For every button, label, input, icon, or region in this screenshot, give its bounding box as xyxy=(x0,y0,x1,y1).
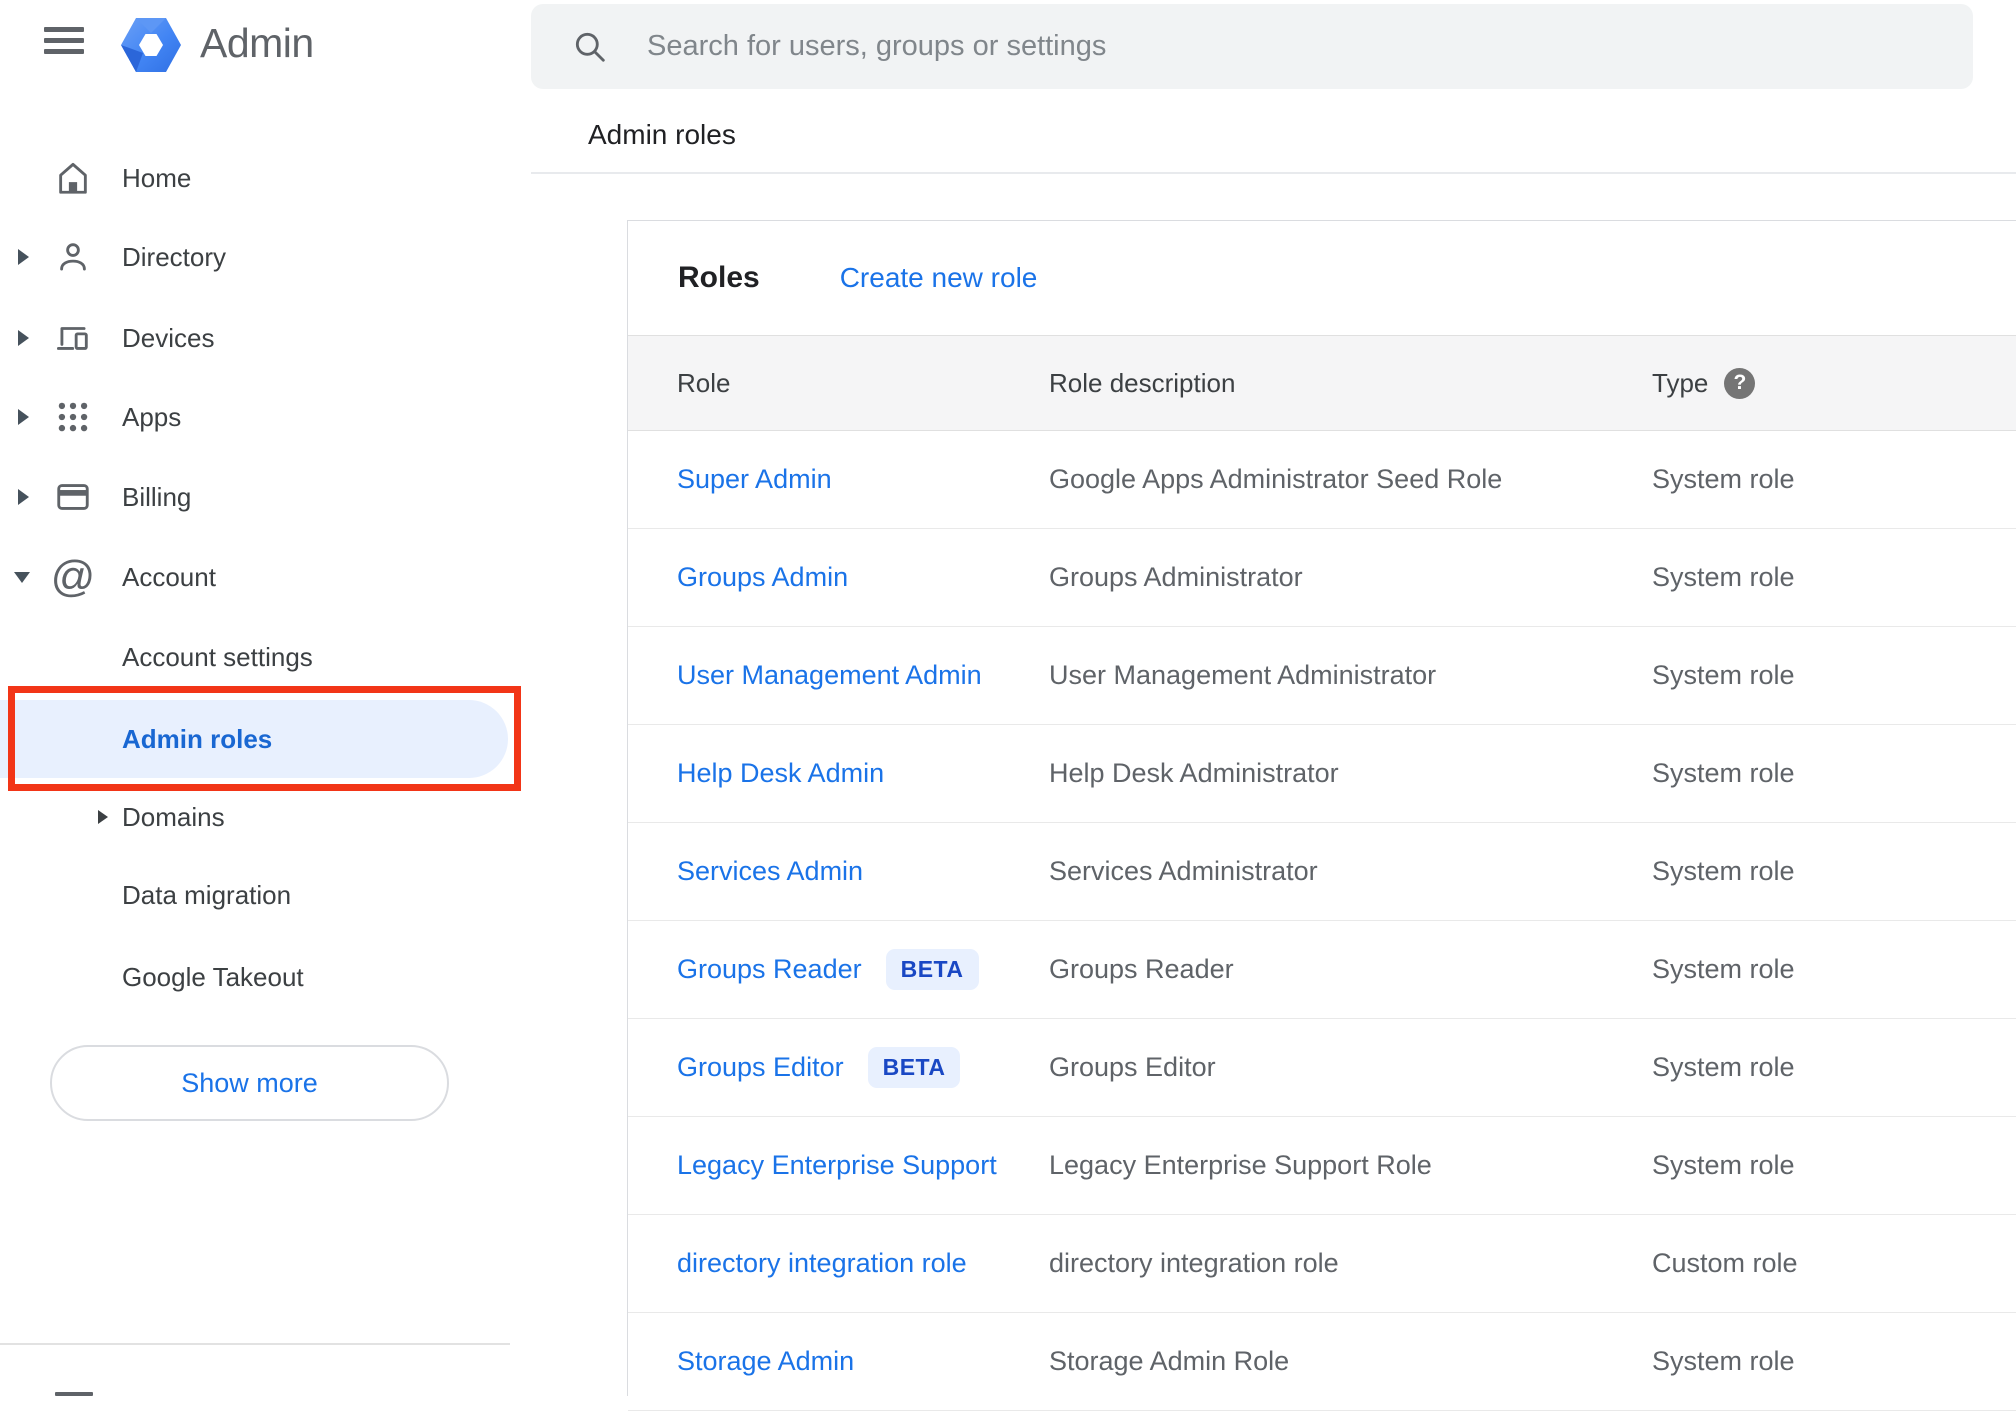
sidebar-item-devices[interactable]: Devices xyxy=(0,298,515,378)
sidebar-item-directory[interactable]: Directory xyxy=(0,217,515,297)
role-type: System role xyxy=(1652,758,1795,788)
role-link[interactable]: Help Desk Admin xyxy=(677,758,884,789)
sidebar-item-admin-roles-selected[interactable]: Admin roles xyxy=(0,700,508,778)
chevron-right-icon xyxy=(98,810,108,824)
table-row: Groups Reader BETA Groups Reader System … xyxy=(628,921,2016,1019)
role-link[interactable]: directory integration role xyxy=(677,1248,967,1279)
roles-panel: Roles Create new role Role Role descript… xyxy=(627,220,2016,1411)
sidebar-item-label: Devices xyxy=(122,322,215,353)
app-title: Admin xyxy=(200,20,314,66)
table-row: Super Admin Google Apps Administrator Se… xyxy=(628,431,2016,529)
role-description: Storage Admin Role xyxy=(1049,1346,1290,1376)
role-link[interactable]: Storage Admin xyxy=(677,1346,854,1377)
header-divider xyxy=(531,172,2016,174)
role-description: Groups Reader xyxy=(1049,954,1234,984)
at-sign-icon: @ xyxy=(50,552,96,601)
table-row: Services Admin Services Administrator Sy… xyxy=(628,823,2016,921)
table-row: Groups Admin Groups Administrator System… xyxy=(628,529,2016,627)
role-type: System role xyxy=(1652,464,1795,494)
sidebar-item-billing[interactable]: Billing xyxy=(0,457,515,537)
role-link[interactable]: User Management Admin xyxy=(677,660,982,691)
credit-card-icon xyxy=(54,478,92,516)
column-header-type-label: Type xyxy=(1652,367,1709,398)
sidebar-item-label: Billing xyxy=(122,481,192,512)
role-link[interactable]: Services Admin xyxy=(677,856,863,887)
beta-badge: BETA xyxy=(867,1047,961,1088)
sidebar-item-label: Google Takeout xyxy=(122,961,304,992)
menu-hamburger-icon[interactable] xyxy=(44,27,84,55)
sidebar-item-label: Admin roles xyxy=(122,723,273,754)
create-new-role-link[interactable]: Create new role xyxy=(840,262,1038,294)
role-link[interactable]: Legacy Enterprise Support xyxy=(677,1150,997,1181)
search-bar xyxy=(531,4,1973,89)
sidebar-item-label: Home xyxy=(122,162,192,193)
sidebar-item-label: Account settings xyxy=(122,641,313,672)
sidebar-item-label: Account xyxy=(122,561,216,592)
role-description: Legacy Enterprise Support Role xyxy=(1049,1150,1432,1180)
role-link[interactable]: Groups Admin xyxy=(677,562,848,593)
sidebar-bottom-divider xyxy=(0,1343,510,1345)
role-description: Google Apps Administrator Seed Role xyxy=(1049,464,1503,494)
role-description: User Management Administrator xyxy=(1049,660,1437,690)
table-row: Groups Editor BETA Groups Editor System … xyxy=(628,1019,2016,1117)
table-header-row: Role Role description Type ? xyxy=(628,335,2016,431)
admin-logo-icon xyxy=(121,18,181,72)
home-icon xyxy=(54,159,92,197)
role-description: directory integration role xyxy=(1049,1248,1339,1278)
chevron-right-icon xyxy=(18,489,29,505)
column-header-description: Role description xyxy=(1049,367,1236,398)
role-type: System role xyxy=(1652,660,1795,690)
person-icon xyxy=(54,238,92,276)
devices-icon xyxy=(54,319,92,357)
panel-title: Roles xyxy=(678,261,760,294)
role-type: System role xyxy=(1652,1052,1795,1082)
chevron-right-icon xyxy=(18,409,29,425)
sidebar: Admin Home Directory Devices Apps Billin… xyxy=(0,0,521,1396)
table-row: Help Desk Admin Help Desk Administrator … xyxy=(628,725,2016,823)
sidebar-item-label: Apps xyxy=(122,401,182,432)
sidebar-item-apps[interactable]: Apps xyxy=(0,377,515,457)
role-link[interactable]: Groups Reader xyxy=(677,954,862,985)
apps-grid-icon xyxy=(54,398,92,436)
table-row: User Management Admin User Management Ad… xyxy=(628,627,2016,725)
role-type: System role xyxy=(1652,954,1795,984)
chevron-right-icon xyxy=(18,330,29,346)
role-link[interactable]: Groups Editor xyxy=(677,1052,844,1083)
sidebar-item-home[interactable]: Home xyxy=(0,138,515,218)
column-header-role: Role xyxy=(677,367,731,398)
beta-badge: BETA xyxy=(885,949,979,990)
breadcrumb: Admin roles xyxy=(588,119,736,150)
table-row: Storage Admin Storage Admin Role System … xyxy=(628,1313,2016,1411)
sidebar-item-label: Domains xyxy=(122,801,225,832)
role-description: Services Administrator xyxy=(1049,856,1318,886)
chevron-down-icon xyxy=(14,571,30,583)
role-type: Custom role xyxy=(1652,1248,1798,1278)
sidebar-item-domains[interactable]: Domains xyxy=(0,777,515,857)
chevron-right-icon xyxy=(18,249,29,265)
sidebar-item-account[interactable]: @ Account xyxy=(0,537,515,617)
role-description: Help Desk Administrator xyxy=(1049,758,1339,788)
sidebar-item-account-settings[interactable]: Account settings xyxy=(0,617,515,697)
table-row: directory integration role directory int… xyxy=(628,1215,2016,1313)
show-more-button[interactable]: Show more xyxy=(50,1045,449,1121)
role-type: System role xyxy=(1652,1346,1795,1376)
role-type: System role xyxy=(1652,562,1795,592)
help-icon[interactable]: ? xyxy=(1724,367,1756,399)
column-header-type: Type ? xyxy=(1652,367,2016,399)
role-link[interactable]: Super Admin xyxy=(677,464,832,495)
sidebar-item-data-migration[interactable]: Data migration xyxy=(0,855,515,935)
table-row: Legacy Enterprise Support Legacy Enterpr… xyxy=(628,1117,2016,1215)
search-input[interactable] xyxy=(531,4,1973,89)
role-type: System role xyxy=(1652,856,1795,886)
sidebar-item-label: Data migration xyxy=(122,879,292,910)
role-description: Groups Editor xyxy=(1049,1052,1216,1082)
sidebar-item-google-takeout[interactable]: Google Takeout xyxy=(0,937,515,1017)
roles-panel-header: Roles Create new role xyxy=(628,221,2016,335)
clipped-bottom-icon xyxy=(55,1392,93,1396)
role-description: Groups Administrator xyxy=(1049,562,1303,592)
role-type: System role xyxy=(1652,1150,1795,1180)
sidebar-item-label: Directory xyxy=(122,241,227,272)
